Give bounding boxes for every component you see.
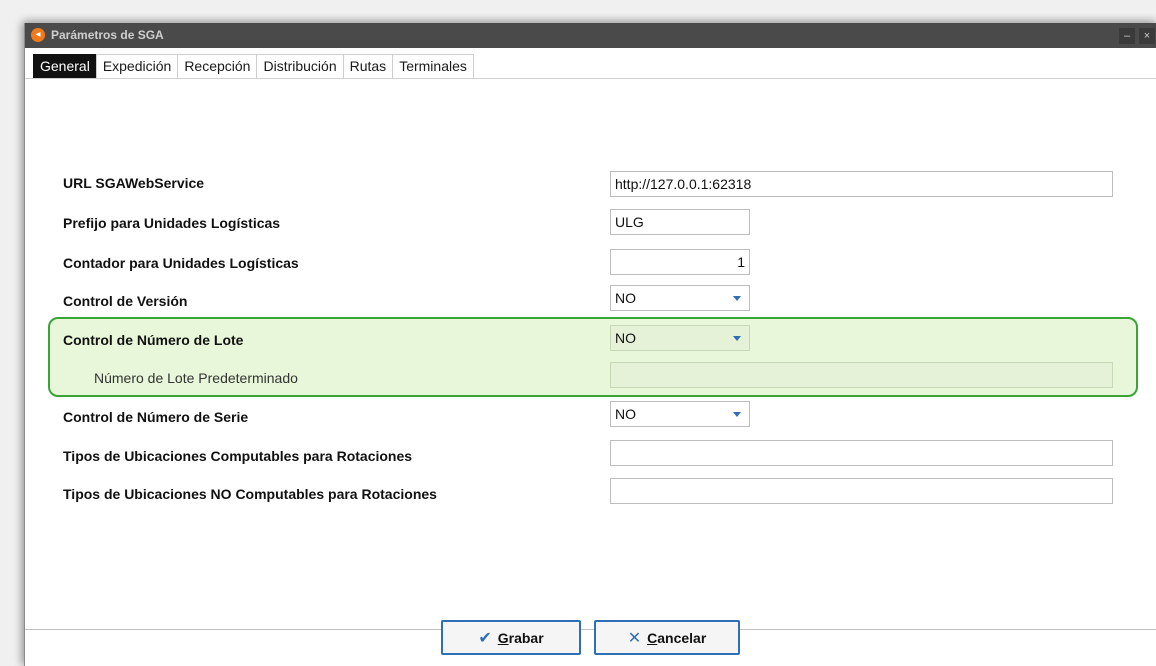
save-button-label: Grabar bbox=[497, 629, 544, 646]
tab-recepcion[interactable]: Recepción bbox=[177, 54, 257, 78]
tab-general[interactable]: General bbox=[33, 54, 96, 78]
chevron-down-icon bbox=[733, 336, 741, 341]
default-lot-label: Número de Lote Predeterminado bbox=[94, 370, 298, 386]
app-logo-icon: ◂ bbox=[31, 28, 45, 42]
close-button[interactable]: × bbox=[1139, 28, 1155, 44]
default-lot-input bbox=[610, 362, 1113, 388]
lot-control-label: Control de Número de Lote bbox=[63, 332, 244, 348]
tab-expedicion[interactable]: Expedición bbox=[95, 54, 178, 78]
settings-window: ◂ Parámetros de SGA – × General Expedici… bbox=[24, 23, 1156, 666]
cancel-button[interactable]: ✕ Cancelar bbox=[594, 620, 740, 655]
close-x-icon: ✕ bbox=[627, 629, 642, 647]
tab-bar: General Expedición Recepción Distribució… bbox=[33, 54, 474, 78]
save-button[interactable]: ✔ Grabar bbox=[441, 620, 581, 655]
version-control-label: Control de Versión bbox=[63, 293, 188, 309]
lot-control-value: NO bbox=[615, 330, 636, 346]
counter-input[interactable]: 1 bbox=[610, 249, 750, 275]
minimize-button[interactable]: – bbox=[1119, 28, 1135, 44]
lot-control-select[interactable]: NO bbox=[610, 325, 750, 351]
window-title: Parámetros de SGA bbox=[51, 28, 164, 42]
chevron-down-icon bbox=[733, 412, 741, 417]
prefix-input[interactable]: ULG bbox=[610, 209, 750, 235]
url-input[interactable]: http://127.0.0.1:62318 bbox=[610, 171, 1113, 197]
computable-types-label: Tipos de Ubicaciones Computables para Ro… bbox=[63, 448, 413, 464]
computable-types-input[interactable] bbox=[610, 440, 1113, 466]
version-control-select[interactable]: NO bbox=[610, 285, 750, 311]
serial-control-label: Control de Número de Serie bbox=[63, 409, 249, 425]
cancel-button-label: Cancelar bbox=[647, 629, 707, 646]
noncomputable-types-input[interactable] bbox=[610, 478, 1113, 504]
chevron-down-icon bbox=[733, 296, 741, 301]
serial-control-value: NO bbox=[615, 406, 636, 422]
check-icon: ✔ bbox=[478, 629, 492, 647]
tab-distribucion[interactable]: Distribución bbox=[256, 54, 343, 78]
title-bar: ◂ Parámetros de SGA – × bbox=[25, 23, 1156, 48]
serial-control-select[interactable]: NO bbox=[610, 401, 750, 427]
counter-label: Contador para Unidades Logísticas bbox=[63, 255, 299, 271]
version-control-value: NO bbox=[615, 290, 636, 306]
prefix-label: Prefijo para Unidades Logísticas bbox=[63, 215, 281, 231]
url-label: URL SGAWebService bbox=[63, 175, 205, 191]
tab-rutas[interactable]: Rutas bbox=[342, 54, 393, 78]
noncomputable-types-label: Tipos de Ubicaciones NO Computables para… bbox=[63, 486, 437, 502]
tab-terminales[interactable]: Terminales bbox=[392, 54, 474, 78]
